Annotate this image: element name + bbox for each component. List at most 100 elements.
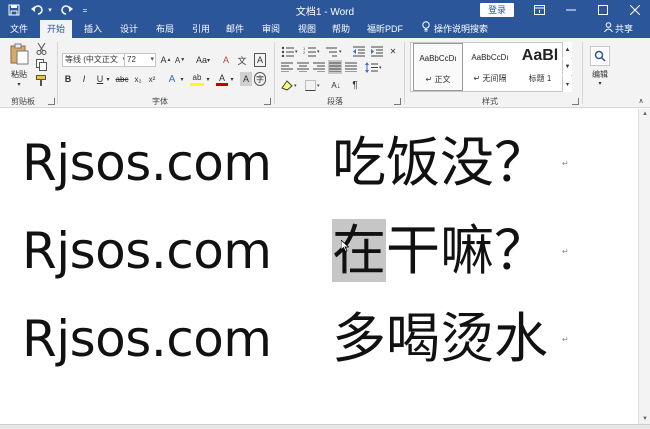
font-size-value: 72 <box>127 55 136 64</box>
highlight-dropdown-icon[interactable]: ▾ <box>204 72 212 86</box>
style-no-spacing-name: ↵ 无间隔 <box>473 74 507 83</box>
font-launcher-icon[interactable] <box>264 98 271 105</box>
numbering-icon[interactable]: 1 2 ▾ <box>302 44 322 58</box>
tab-foxit-pdf[interactable]: 福昕PDF <box>364 20 406 38</box>
align-center-icon[interactable] <box>296 60 310 74</box>
font-group-label: 字体 <box>152 97 168 106</box>
bold-icon[interactable]: B <box>62 72 74 86</box>
highlight-icon[interactable]: ab <box>190 72 204 86</box>
share-label: 共享 <box>615 24 634 34</box>
change-case-icon[interactable]: Aa ▾ <box>194 53 212 67</box>
style-normal[interactable]: AaBbCcDı ↵ 正文 <box>413 43 463 91</box>
styles-scroll-down-icon[interactable]: ▼ <box>562 59 572 75</box>
line-3-cjk-text: 多喝烫水 <box>332 297 548 381</box>
sort-icon[interactable]: A↓ <box>328 78 344 92</box>
vertical-scrollbar[interactable]: ▲ ▼ <box>638 109 650 424</box>
superscript-icon[interactable]: x² <box>146 72 158 86</box>
clear-formatting-icon[interactable]: A <box>220 53 232 67</box>
style-heading-1[interactable]: AaBl 标题 1 <box>515 43 565 91</box>
character-shading-icon[interactable]: A <box>240 72 252 86</box>
character-border-icon[interactable]: A <box>254 53 266 67</box>
customize-icon[interactable]: = <box>80 2 90 18</box>
enclose-characters-icon[interactable]: 字 <box>254 72 266 86</box>
svg-text:▾: ▾ <box>295 49 298 55</box>
font-name-combo[interactable]: 等线 (中文正文 ▾ <box>62 53 128 67</box>
share-button[interactable]: 共享 <box>604 20 633 38</box>
decrease-indent-icon[interactable] <box>352 44 366 58</box>
styles-more-icon[interactable]: ▾ <box>562 76 572 92</box>
styles-launcher-icon[interactable] <box>572 98 579 105</box>
tab-help[interactable]: 帮助 <box>328 20 354 38</box>
paste-icon[interactable] <box>8 42 30 66</box>
font-size-combo[interactable]: 72 ▾ <box>124 53 156 67</box>
font-color-dropdown-icon[interactable]: ▾ <box>228 72 236 86</box>
mouse-cursor-icon <box>341 240 349 252</box>
show-marks-icon[interactable]: ¶ <box>348 78 362 92</box>
justify-icon[interactable] <box>328 60 342 74</box>
editing-dropdown-icon[interactable]: ▾ <box>595 79 605 87</box>
tab-review[interactable]: 审阅 <box>258 20 284 38</box>
tab-home[interactable]: 开始 <box>40 20 72 38</box>
align-right-icon[interactable] <box>312 60 326 74</box>
tab-layout[interactable]: 布局 <box>152 20 178 38</box>
group-divider <box>582 42 583 104</box>
save-icon[interactable] <box>6 2 22 18</box>
bullets-icon[interactable]: ▾ <box>280 44 300 58</box>
paragraph-launcher-icon[interactable] <box>394 98 401 105</box>
font-color-icon[interactable]: A <box>216 72 228 86</box>
paste-button[interactable]: 粘贴 <box>8 68 30 80</box>
document-page[interactable]: Rjsos.com 吃饭没？ ↵ Rjsos.com 在干嘛？ ↵ Rjsos.… <box>0 109 638 424</box>
line-spacing-icon[interactable]: ▾ <box>364 60 384 74</box>
tab-file[interactable]: 文件 <box>4 20 34 38</box>
login-button[interactable]: 登录 <box>480 3 514 17</box>
phonetic-guide-icon[interactable]: 文 <box>236 53 248 67</box>
paste-dropdown-icon[interactable]: ▾ <box>14 80 24 88</box>
tab-view[interactable]: 视图 <box>294 20 320 38</box>
font-name-value: 等线 (中文正文 <box>65 55 118 64</box>
redo-icon[interactable] <box>58 2 74 18</box>
borders-icon[interactable]: ▾ <box>304 78 324 92</box>
shading-icon[interactable]: ▾ <box>280 78 300 92</box>
style-no-spacing[interactable]: AaBbCcDı ↵ 无间隔 <box>465 43 515 91</box>
tab-design[interactable]: 设计 <box>116 20 142 38</box>
minimize-icon[interactable] <box>556 0 586 20</box>
line-1-latin-text: Rjsos.com <box>22 134 272 192</box>
align-left-icon[interactable] <box>280 60 294 74</box>
format-painter-icon[interactable] <box>34 74 48 88</box>
clipboard-launcher-icon[interactable] <box>48 98 55 105</box>
find-icon[interactable] <box>590 46 610 66</box>
styles-scroll-up-icon[interactable]: ▲ <box>562 42 572 58</box>
close-icon[interactable] <box>620 0 650 20</box>
clipboard-group-label: 剪贴板 <box>11 97 35 106</box>
text-effects-icon[interactable]: A <box>166 72 178 86</box>
scroll-up-icon[interactable]: ▲ <box>642 111 648 117</box>
tell-me-search[interactable]: 操作说明搜索 <box>422 20 488 38</box>
status-bar <box>0 424 650 429</box>
grow-font-icon[interactable]: A ▲ <box>160 53 172 67</box>
subscript-icon[interactable]: x₂ <box>132 72 144 86</box>
tab-mailings[interactable]: 邮件 <box>222 20 248 38</box>
tab-references[interactable]: 引用 <box>188 20 214 38</box>
underline-dropdown-icon[interactable]: ▾ <box>104 72 112 86</box>
cut-icon[interactable] <box>34 42 48 56</box>
font-size-dropdown-icon[interactable]: ▾ <box>150 54 154 66</box>
copy-icon[interactable] <box>34 58 48 72</box>
ribbon-display-icon[interactable] <box>524 0 554 20</box>
svg-text:▾: ▾ <box>339 49 342 55</box>
tab-insert[interactable]: 插入 <box>80 20 106 38</box>
collapse-ribbon-icon[interactable]: ∧ <box>636 96 646 106</box>
text-effects-dropdown-icon[interactable]: ▾ <box>178 72 186 86</box>
scroll-down-icon[interactable]: ▼ <box>642 416 648 422</box>
italic-icon[interactable]: I <box>78 72 90 86</box>
person-icon <box>604 20 613 38</box>
increase-indent-icon[interactable] <box>370 44 384 58</box>
undo-dropdown-icon[interactable]: ▾ <box>46 2 54 18</box>
strikethrough-icon[interactable]: abc <box>114 72 130 86</box>
maximize-icon[interactable] <box>588 0 618 20</box>
multilevel-list-icon[interactable]: ▾ <box>324 44 344 58</box>
paragraph-group-label: 段落 <box>327 97 343 106</box>
undo-icon[interactable] <box>30 2 46 18</box>
shrink-font-icon[interactable]: A ▼ <box>174 53 186 67</box>
distributed-icon[interactable] <box>344 60 358 74</box>
chinese-layout-icon[interactable]: ✕ <box>386 44 400 58</box>
